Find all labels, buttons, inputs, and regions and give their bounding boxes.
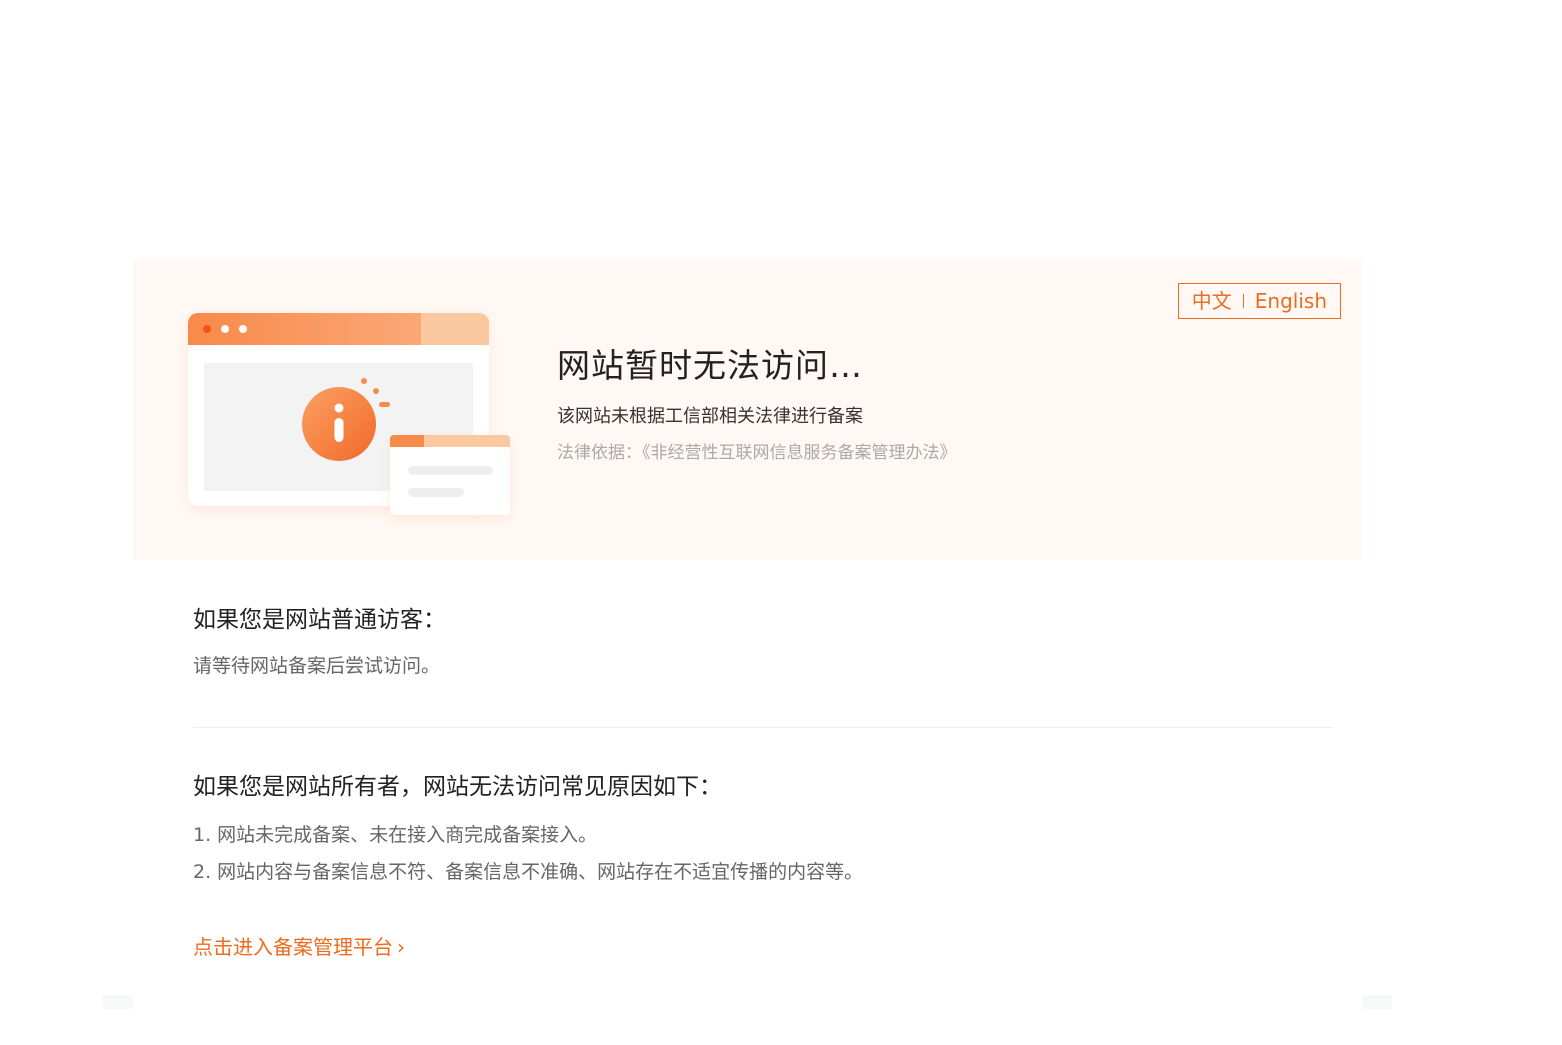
- filing-platform-link[interactable]: 点击进入备案管理平台 ›: [193, 931, 405, 960]
- language-switch: 中文 English: [1177, 283, 1341, 319]
- list-item: 2. 网站内容与备案信息不符、备案信息不准确、网站存在不适宜传播的内容等。: [193, 861, 864, 883]
- lang-zh-button[interactable]: 中文: [1192, 283, 1232, 319]
- legal-basis-text: 法律依据：《非经营性互联网信息服务备案管理办法》: [557, 443, 957, 463]
- chevron-right-icon: ›: [397, 935, 405, 959]
- page-title: 网站暂时无法访问…: [557, 346, 863, 385]
- page: 中文 English 网站暂时无法访问… 该网站未根据工信部相关法律进行备案 法…: [0, 0, 1562, 1045]
- filing-platform-link-label: 点击进入备案管理平台: [193, 935, 393, 959]
- lang-separator: [1242, 294, 1244, 308]
- reasons-list: 1. 网站未完成备案、未在接入商完成备案接入。 2. 网站内容与备案信息不符、备…: [193, 817, 863, 891]
- decorative-corner-left: [103, 995, 133, 1009]
- owner-heading: 如果您是网站所有者，网站无法访问常见原因如下：: [193, 774, 722, 800]
- browser-window-info-icon: [188, 313, 510, 515]
- lang-en-button[interactable]: English: [1255, 283, 1327, 319]
- info-banner: 中文 English 网站暂时无法访问… 该网站未根据工信部相关法律进行备案 法…: [133, 259, 1362, 560]
- list-item: 1. 网站未完成备案、未在接入商完成备案接入。: [193, 824, 598, 846]
- decorative-corner-right: [1362, 995, 1392, 1009]
- banner-subtitle: 该网站未根据工信部相关法律进行备案: [557, 406, 863, 427]
- section-divider: [193, 727, 1333, 728]
- visitor-text: 请等待网站备案后尝试访问。: [193, 655, 441, 677]
- visitor-heading: 如果您是网站普通访客：: [193, 607, 446, 633]
